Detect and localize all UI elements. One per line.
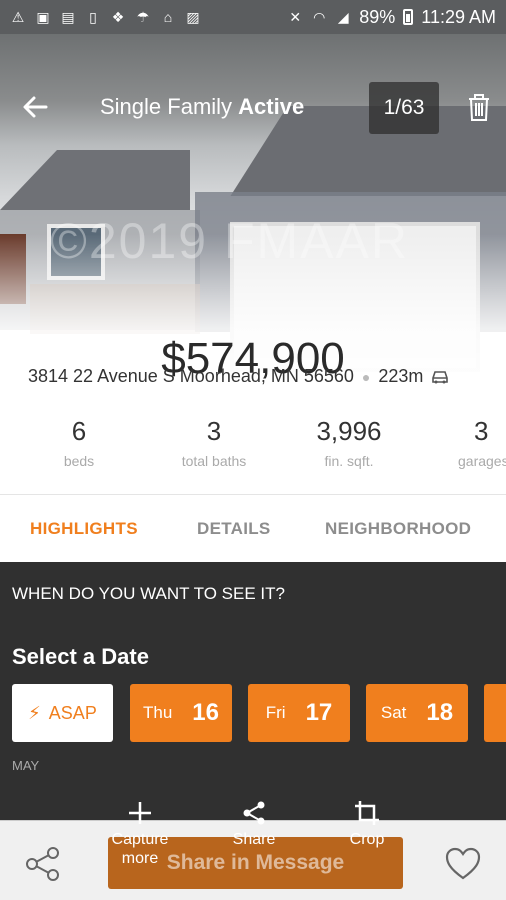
date-chip-next[interactable] [484, 684, 506, 742]
asap-label: ASAP [48, 702, 97, 723]
heart-icon[interactable] [445, 847, 481, 881]
listing-photo[interactable]: ©2019 FMAAR Single Family Active 1/63 $5… [0, 34, 506, 406]
stat-baths: 3 total baths [164, 416, 264, 469]
wifi-icon: ◠ [313, 9, 326, 25]
share-screenshot-button[interactable]: Share [228, 800, 280, 849]
back-arrow-icon[interactable] [20, 92, 50, 122]
date-chip-sat[interactable]: Sat 18 [366, 684, 468, 742]
status-bar: ⚠ ▣ ▤ ▯ ❖ ☂ ⌂ ▨ ✕ ◠ ◢ 89% 11:29 AM [0, 0, 506, 34]
home-icon: ⌂ [163, 9, 173, 25]
image-icon: ▣ [36, 9, 50, 25]
battery-icon [403, 9, 414, 25]
stat-label: garages [458, 453, 506, 469]
crop-button[interactable]: Crop [342, 800, 392, 849]
share-label: Share [232, 831, 276, 848]
date-day: Sat [380, 703, 407, 722]
tab-bar: HIGHLIGHTS DETAILS NEIGHBORHOOD [0, 494, 506, 562]
tab-highlights[interactable]: HIGHLIGHTS [30, 519, 138, 539]
tab-neighborhood[interactable]: NEIGHBORHOOD [325, 519, 471, 539]
photo-icon: ▨ [186, 9, 200, 25]
warning-icon: ⚠ [11, 9, 25, 25]
signal-icon: ◢ [337, 9, 349, 25]
share-icon [243, 801, 265, 825]
capture-more-button[interactable]: Capture more [108, 800, 172, 868]
crop-icon [355, 801, 379, 825]
plus-icon [129, 802, 151, 824]
separator-dot: ● [361, 368, 371, 385]
mute-icon: ✕ [289, 9, 302, 25]
stat-label: beds [63, 453, 95, 469]
asap-button[interactable]: ⚡ ASAP [12, 684, 113, 742]
address-row[interactable]: 3814 22 Avenue S Moorhead, MN 56560 ● 22… [28, 366, 449, 387]
date-number: 16 [192, 699, 219, 726]
stat-label: total baths [181, 453, 247, 469]
month-label: MAY [12, 758, 40, 773]
stat-beds: 6 beds [40, 416, 118, 469]
car-icon [432, 370, 449, 383]
date-number: 18 [426, 699, 454, 726]
commute-distance: 223m [378, 366, 424, 386]
date-day: Thu [143, 703, 173, 722]
stat-value: 3 [474, 416, 489, 446]
property-stats: 6 beds 3 total baths 3,996 fin. sqft. 3 … [0, 416, 506, 494]
stat-value: 3 [206, 416, 222, 446]
tab-details[interactable]: DETAILS [197, 519, 271, 539]
title-status: Active [238, 94, 305, 119]
share-icon[interactable] [24, 845, 62, 883]
title-property-type: Single Family [100, 94, 233, 119]
sd-card-icon: ▯ [89, 9, 97, 25]
stat-label: fin. sqft. [324, 453, 374, 469]
date-chip-fri[interactable]: Fri 17 [248, 684, 350, 742]
gallery-icon: ▤ [61, 9, 75, 25]
lightning-icon: ⚡ [28, 702, 41, 723]
date-chip-thu[interactable]: Thu 16 [130, 684, 232, 742]
date-day: Fri [265, 703, 286, 722]
crop-label: Crop [349, 831, 385, 848]
stat-sqft: 3,996 fin. sqft. [300, 416, 398, 469]
listing-address: 3814 22 Avenue S Moorhead, MN 56560 [28, 366, 354, 386]
select-date-title: Select a Date [12, 644, 149, 669]
date-number: 17 [305, 699, 333, 726]
capture-more-label: Capture more [111, 831, 169, 867]
trash-icon[interactable] [466, 92, 492, 122]
schedule-question: WHEN DO YOU WANT TO SEE IT? [12, 584, 285, 603]
clock: 11:29 AM [421, 6, 496, 27]
weather-icon: ☂ [136, 9, 150, 25]
battery-percent: 89% [359, 6, 396, 27]
dropbox-icon: ❖ [111, 9, 125, 25]
stat-garages: 3 garages [450, 416, 506, 469]
stat-value: 3,996 [316, 416, 382, 446]
stat-value: 6 [71, 416, 87, 446]
page-title: Single Family Active [100, 94, 304, 120]
photo-counter[interactable]: 1/63 [369, 82, 439, 134]
